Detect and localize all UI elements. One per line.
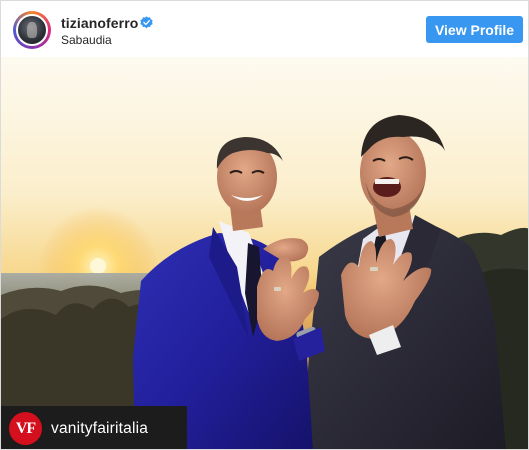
- photo-illustration: [1, 57, 528, 449]
- username-link[interactable]: tizianoferro: [61, 15, 138, 31]
- verified-badge-icon: [140, 16, 153, 29]
- avatar-image: [16, 14, 48, 46]
- profile-avatar[interactable]: [13, 11, 51, 49]
- location-link[interactable]: Sabaudia: [61, 33, 112, 47]
- view-profile-button[interactable]: View Profile: [426, 16, 523, 43]
- vanityfair-account-label: vanityfairitalia: [51, 419, 149, 437]
- post-header: tizianoferro Sabaudia View Profile: [1, 1, 528, 57]
- instagram-embed-post: tizianoferro Sabaudia View Profile VF va…: [0, 0, 529, 450]
- post-photo[interactable]: [1, 57, 528, 449]
- vf-logo-icon: VF: [9, 412, 42, 445]
- vanityfair-attribution[interactable]: VF vanityfairitalia: [1, 406, 187, 449]
